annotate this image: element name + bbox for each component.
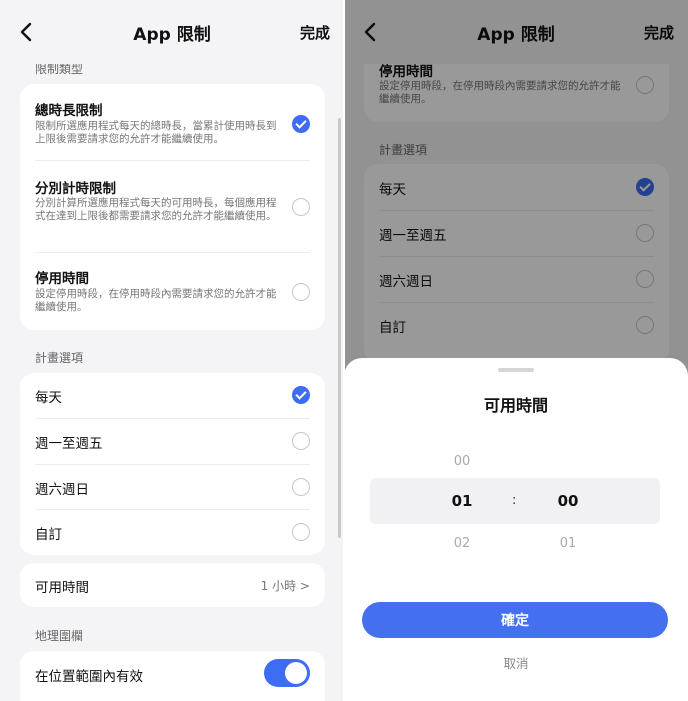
schedule-option-weekend[interactable]: 週六週日 [20, 464, 325, 509]
right-screen: App 限制 完成 停用時間 設定停用時段，在停用時段內需要請求您的允許才能繼續… [344, 0, 688, 701]
radio-selected-check-icon[interactable] [292, 115, 310, 133]
time-picker-sheet: 可用時間 00 01 02 : 00 01 確定 取消 [344, 358, 688, 701]
radio-unselected-icon[interactable] [292, 523, 310, 541]
limit-type-card: 總時長限制 限制所選應用程式每天的總時長，當累計使用時長到上限後需要請求您的允許… [20, 84, 325, 330]
time-separator: : [512, 493, 517, 508]
limit-type-option-separate[interactable]: 分別計時限制 分別計算所選應用程式每天的可用時長，每個應用程式在達到上限後都需要… [20, 160, 325, 252]
schedule-option-daily[interactable]: 每天 [20, 373, 325, 418]
schedule-option-label: 週一至週五 [35, 436, 103, 452]
radio-unselected-icon[interactable] [292, 198, 310, 216]
limit-type-title: 總時長限制 [35, 103, 103, 119]
done-button[interactable]: 完成 [300, 22, 330, 43]
available-time-row[interactable]: 可用時間 1 小時 > [20, 563, 325, 607]
hour-option-next[interactable]: 02 [442, 536, 482, 551]
geofence-card: 在位置範圍內有效 [20, 651, 325, 701]
limit-type-desc: 分別計算所選應用程式每天的可用時長，每個應用程式在達到上限後都需要請求您的允許才… [35, 197, 277, 222]
available-time-value: 1 小時 > [260, 579, 310, 593]
screenshot-root: App 限制 完成 限制類型 總時長限制 限制所選應用程式每天的總時長，當累計使… [0, 0, 688, 701]
screen-divider [343, 0, 345, 701]
geofence-toggle-label: 在位置範圍內有效 [35, 669, 143, 685]
geofence-section-label: 地理圍欄 [35, 629, 84, 643]
hour-option-prev[interactable]: 00 [442, 454, 482, 469]
limit-type-option-downtime[interactable]: 停用時間 設定停用時段，在停用時段內需要請求您的允許才能繼續使用。 [20, 252, 325, 330]
cancel-button[interactable]: 取消 [344, 653, 688, 672]
minute-option-current[interactable]: 00 [548, 492, 588, 510]
sheet-drag-handle[interactable] [498, 368, 534, 372]
hour-option-current[interactable]: 01 [442, 492, 482, 510]
available-time-label: 可用時間 [35, 580, 89, 596]
sheet-title: 可用時間 [483, 396, 548, 415]
schedule-option-weekdays[interactable]: 週一至週五 [20, 418, 325, 464]
left-screen: App 限制 完成 限制類型 總時長限制 限制所選應用程式每天的總時長，當累計使… [0, 0, 344, 701]
radio-selected-check-icon[interactable] [292, 386, 310, 404]
radio-unselected-icon[interactable] [292, 432, 310, 450]
schedule-section-label: 計畫選項 [35, 351, 84, 365]
page-title: App 限制 [133, 25, 211, 45]
schedule-option-custom[interactable]: 自訂 [20, 509, 325, 555]
schedule-option-label: 自訂 [35, 527, 62, 543]
radio-unselected-icon[interactable] [292, 478, 310, 496]
minute-option-next[interactable]: 01 [548, 536, 588, 551]
schedule-card: 每天 週一至週五 週六週日 自訂 [20, 373, 325, 555]
limit-type-desc: 限制所選應用程式每天的總時長，當累計使用時長到上限後需要請求您的允許才能繼續使用… [35, 120, 277, 145]
schedule-option-label: 週六週日 [35, 482, 89, 498]
limit-type-title: 分別計時限制 [35, 181, 116, 197]
geofence-toggle-switch[interactable] [264, 659, 310, 687]
schedule-option-label: 每天 [35, 390, 62, 406]
limit-type-title: 停用時間 [35, 271, 89, 287]
confirm-button[interactable]: 確定 [362, 602, 668, 638]
limit-type-option-total[interactable]: 總時長限制 限制所選應用程式每天的總時長，當累計使用時長到上限後需要請求您的允許… [20, 84, 325, 160]
radio-unselected-icon[interactable] [292, 283, 310, 301]
scrollbar[interactable] [338, 118, 341, 538]
nav-bar: App 限制 完成 [0, 0, 344, 64]
limit-type-desc: 設定停用時段，在停用時段內需要請求您的允許才能繼續使用。 [35, 288, 277, 313]
